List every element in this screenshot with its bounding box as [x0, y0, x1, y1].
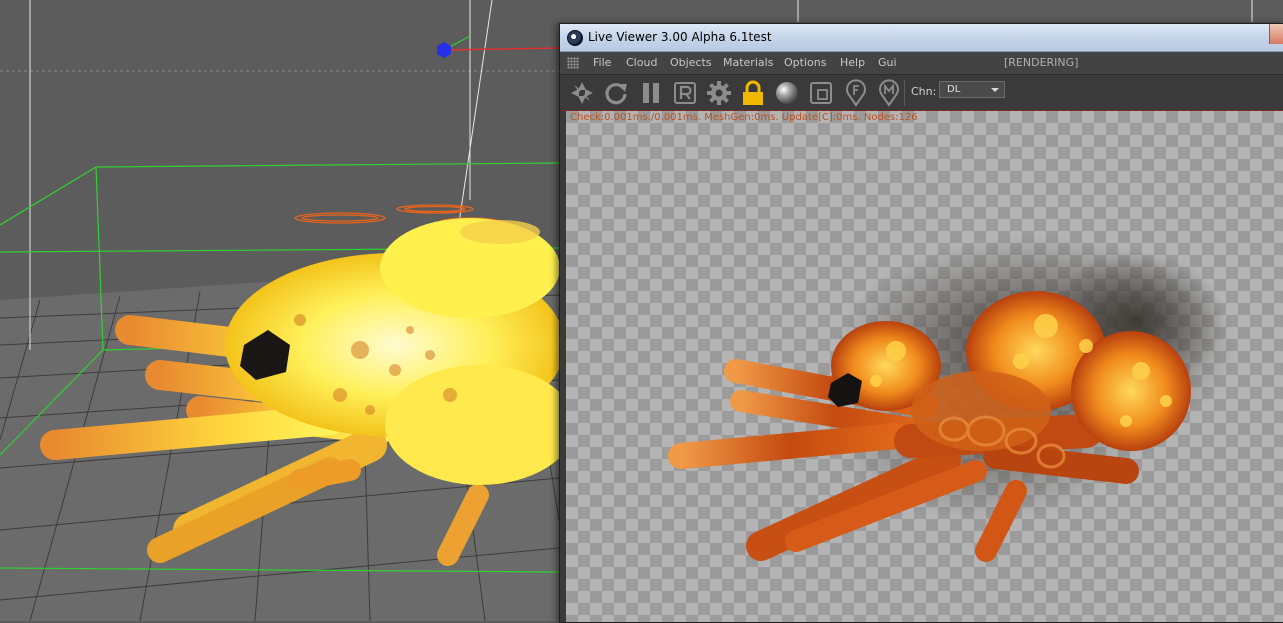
render-canvas[interactable]: Check:0.001ms./0.001ms. MeshGen:0ms. Upd… — [566, 111, 1283, 622]
pivot-handle[interactable] — [437, 42, 451, 58]
channel-select[interactable]: DL — [939, 81, 1005, 98]
aperture-icon[interactable] — [568, 79, 596, 107]
grip-icon[interactable] — [567, 57, 579, 69]
gear-icon[interactable] — [705, 79, 733, 107]
render-status: [RENDERING] — [1004, 56, 1079, 69]
r-letter-icon[interactable] — [671, 79, 699, 107]
live-viewer-window[interactable]: Live Viewer 3.00 Alpha 6.1test File Clou… — [559, 23, 1283, 623]
menu-file[interactable]: File — [593, 56, 611, 69]
menu-options[interactable]: Options — [784, 56, 826, 69]
pause-icon[interactable] — [637, 79, 665, 107]
sphere-material-icon[interactable] — [773, 79, 801, 107]
title-bar[interactable]: Live Viewer 3.00 Alpha 6.1test — [560, 24, 1283, 52]
fire-render — [668, 236, 1236, 562]
channel-value: DL — [947, 84, 961, 95]
lock-icon[interactable] — [739, 79, 767, 107]
chevron-down-icon — [991, 88, 999, 92]
app-logo-icon — [567, 30, 583, 46]
pin-m-icon[interactable] — [875, 79, 903, 107]
menu-objects[interactable]: Objects — [670, 56, 712, 69]
toolbar-separator — [904, 80, 905, 106]
menu-help[interactable]: Help — [840, 56, 865, 69]
region-icon[interactable] — [807, 79, 835, 107]
menu-cloud[interactable]: Cloud — [626, 56, 657, 69]
toolbar: Chn: DL — [560, 75, 1283, 111]
pin-f-icon[interactable] — [842, 79, 870, 107]
menu-materials[interactable]: Materials — [723, 56, 773, 69]
menu-bar: File Cloud Objects Materials Options Hel… — [560, 52, 1283, 75]
menu-gui[interactable]: Gui — [878, 56, 897, 69]
refresh-icon[interactable] — [602, 79, 630, 107]
channel-label: Chn: — [911, 85, 937, 98]
window-title: Live Viewer 3.00 Alpha 6.1test — [588, 30, 772, 44]
close-button[interactable] — [1269, 24, 1283, 44]
